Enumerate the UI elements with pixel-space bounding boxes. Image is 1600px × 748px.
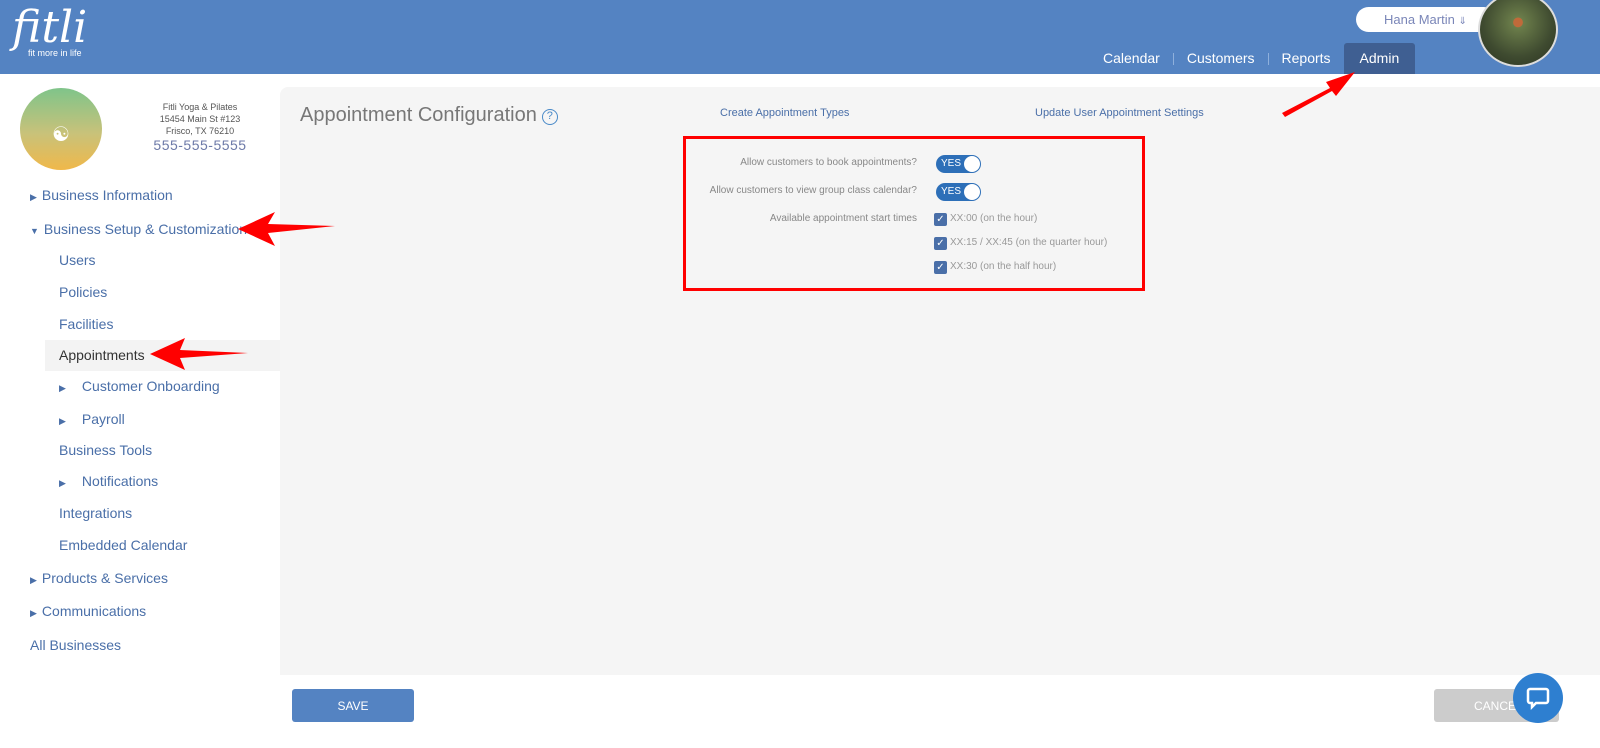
user-menu[interactable]: Hana Martin ⇓: [1356, 7, 1496, 32]
book-appointments-label: Allow customers to book appointments?: [740, 157, 917, 168]
address-line1: 15454 Main St #123: [159, 114, 241, 124]
logo-word: fitli: [12, 2, 88, 53]
sidebar-item-label: Business Information: [41, 187, 173, 203]
avatar[interactable]: [1478, 0, 1558, 67]
sidebar-item-all-businesses[interactable]: All Businesses: [30, 637, 121, 653]
sidebar-item-label: Integrations: [59, 505, 133, 521]
sidebar-item-label: Communications: [41, 603, 147, 619]
main-nav: Calendar Customers Reports Admin: [1090, 43, 1416, 74]
caret-right-icon: ▶: [59, 478, 66, 488]
sidebar-item-label: All Businesses: [30, 637, 122, 653]
toggle-value: YES: [941, 158, 962, 169]
view-calendar-toggle[interactable]: YES: [936, 183, 981, 201]
sidebar-item-label: Customer Onboarding: [81, 378, 220, 394]
caret-right-icon: ▶: [30, 192, 37, 202]
view-calendar-label: Allow customers to view group class cale…: [709, 185, 917, 196]
chat-bubble-icon: [1526, 687, 1550, 711]
checkbox-half-hour-label: XX:30 (on the half hour): [950, 261, 1057, 272]
caret-right-icon: ▶: [30, 575, 37, 585]
update-user-appointment-settings-link[interactable]: Update User Appointment Settings: [1035, 107, 1204, 119]
sidebar-item-business-setup-customization[interactable]: ▼ Business Setup & Customization: [30, 221, 247, 237]
address-line2: Frisco, TX 76210: [165, 126, 235, 136]
business-address: Fitli Yoga & Pilates 15454 Main St #123 …: [130, 101, 270, 137]
logo-tagline: fit more in life: [28, 48, 82, 58]
sidebar-item-business-information[interactable]: ▶ Business Information: [30, 187, 173, 203]
sidebar-item-communications[interactable]: ▶ Communications: [30, 603, 146, 619]
sidebar-item-label: Appointments: [59, 347, 145, 363]
nav-reports[interactable]: Reports: [1269, 43, 1344, 74]
caret-right-icon: ▶: [59, 416, 66, 426]
caret-down-icon: ▼: [30, 226, 39, 236]
chat-button[interactable]: [1513, 673, 1563, 723]
sidebar-item-label: Users: [59, 252, 96, 268]
sidebar-item-customer-onboarding[interactable]: ▶ Customer Onboarding: [59, 378, 220, 394]
caret-right-icon: ▶: [30, 608, 37, 618]
sidebar-item-notifications[interactable]: ▶ Notifications: [59, 473, 158, 489]
sidebar-item-users[interactable]: Users: [59, 252, 96, 268]
sidebar-item-integrations[interactable]: Integrations: [59, 505, 132, 521]
business-phone: 555-555-5555: [153, 137, 247, 153]
sidebar-item-label: Business Setup & Customization: [43, 221, 248, 237]
start-times-label: Available appointment start times: [769, 213, 917, 224]
sidebar-item-label: Facilities: [59, 316, 114, 332]
book-appointments-toggle[interactable]: YES: [936, 155, 981, 173]
sidebar-item-facilities[interactable]: Facilities: [59, 316, 113, 332]
help-icon[interactable]: ?: [541, 109, 558, 125]
checkbox-quarter-hour[interactable]: ✓: [934, 237, 947, 250]
fitli-logo[interactable]: fitli fit more in life: [12, 2, 88, 59]
checkbox-half-hour[interactable]: ✓: [934, 261, 947, 274]
sidebar-item-label: Business Tools: [59, 442, 153, 458]
nav-customers[interactable]: Customers: [1174, 43, 1268, 74]
nav-calendar[interactable]: Calendar: [1090, 43, 1173, 74]
toggle-value: YES: [941, 186, 962, 197]
page-title-text: Appointment Configuration: [300, 104, 537, 126]
sidebar-item-appointments[interactable]: Appointments: [45, 340, 280, 371]
top-bar: fitli fit more in life Hana Martin ⇓ Cal…: [0, 0, 1600, 74]
chevron-down-icon: ⇓: [1458, 16, 1467, 27]
caret-right-icon: ▶: [59, 383, 66, 393]
checkbox-hour-label: XX:00 (on the hour): [950, 213, 1038, 224]
save-button[interactable]: SAVE: [292, 689, 414, 722]
sidebar-item-label: Embedded Calendar: [59, 537, 188, 553]
sidebar-item-label: Products & Services: [41, 570, 168, 586]
sidebar-item-label: Notifications: [81, 473, 159, 489]
nav-admin[interactable]: Admin: [1343, 43, 1416, 74]
checkbox-hour[interactable]: ✓: [934, 213, 947, 226]
main-panel: Appointment Configuration? Create Appoin…: [280, 87, 1600, 675]
meditation-icon: ☯: [52, 124, 70, 146]
sidebar-item-policies[interactable]: Policies: [59, 284, 107, 300]
sidebar-item-business-tools[interactable]: Business Tools: [59, 442, 152, 458]
sidebar-item-embedded-calendar[interactable]: Embedded Calendar: [59, 537, 187, 553]
settings-panel: Allow customers to book appointments? YE…: [683, 136, 1145, 291]
business-logo: ☯: [20, 88, 102, 170]
business-name: Fitli Yoga & Pilates: [162, 102, 238, 112]
user-name: Hana Martin: [1384, 12, 1455, 27]
sidebar-item-payroll[interactable]: ▶ Payroll: [59, 411, 125, 427]
create-appointment-types-link[interactable]: Create Appointment Types: [720, 107, 849, 119]
sidebar-item-label: Policies: [59, 284, 108, 300]
page-title: Appointment Configuration?: [300, 104, 558, 127]
checkbox-quarter-hour-label: XX:15 / XX:45 (on the quarter hour): [950, 237, 1108, 248]
sidebar: ☯ Fitli Yoga & Pilates 15454 Main St #12…: [0, 74, 280, 748]
sidebar-item-label: Payroll: [81, 411, 125, 427]
sidebar-item-products-services[interactable]: ▶ Products & Services: [30, 570, 168, 586]
